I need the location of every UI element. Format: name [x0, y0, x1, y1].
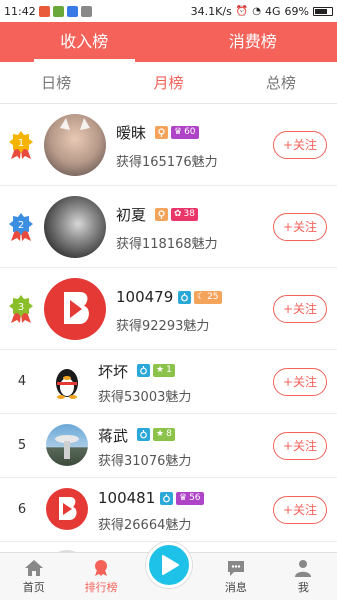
charm-score: 获得31076魅力	[98, 454, 192, 469]
ranking-list: 1 暧昧 ♛ 60 获得165176魅力 +关注 2 初夏 ✿ 38 获得118…	[0, 104, 337, 592]
gold-medal-icon: 1	[9, 131, 33, 159]
rank-number: 2	[18, 220, 24, 231]
ranking-row[interactable]: 3 100479 ☾ 25 获得92293魅力 +关注	[0, 268, 337, 350]
rank-number: 1	[18, 138, 24, 149]
male-badge-icon	[178, 291, 191, 304]
charm-score: 获得26664魅力	[98, 518, 192, 533]
nav-ranking-label: 排行榜	[84, 581, 118, 594]
ranking-row[interactable]: 5 蒋武 ★ 8 获得31076魅力 +关注	[0, 414, 337, 478]
level-badge: ★ 1	[153, 364, 175, 377]
tower-avatar-icon	[55, 435, 79, 459]
ranking-type-tabs: 收入榜 消费榜	[0, 22, 337, 62]
star-icon: ★	[156, 429, 165, 439]
avatar[interactable]	[44, 196, 106, 258]
app-notification-icon	[52, 5, 64, 17]
app-logo-icon	[64, 292, 89, 324]
avatar[interactable]	[46, 360, 88, 402]
avatar[interactable]	[46, 424, 88, 466]
battery-percent: 69%	[284, 4, 309, 18]
rank-number: 5	[17, 438, 27, 453]
rank-number: 4	[17, 374, 27, 389]
avatar[interactable]	[46, 488, 88, 530]
avatar[interactable]	[44, 278, 106, 340]
silver-medal-icon: 2	[9, 213, 33, 241]
follow-button[interactable]: +关注	[273, 368, 327, 396]
follow-button[interactable]: +关注	[273, 432, 327, 460]
nav-messages[interactable]: 消息	[202, 553, 269, 600]
nav-me-label: 我	[297, 581, 309, 594]
male-badge-icon	[160, 492, 173, 505]
message-icon	[227, 561, 244, 576]
crown-icon: ♛	[179, 493, 188, 503]
charm-score: 获得118168魅力	[116, 237, 218, 252]
moon-icon: ☾	[197, 292, 206, 302]
status-time: 11:42	[4, 4, 36, 18]
nav-ranking[interactable]: 排行榜	[67, 553, 134, 600]
level-badge: ✿ 38	[171, 208, 198, 221]
play-icon	[162, 555, 179, 575]
follow-button[interactable]: +关注	[273, 496, 327, 524]
male-badge-icon	[137, 364, 150, 377]
rank-number: 6	[17, 502, 27, 517]
app-notification-icon	[80, 5, 92, 17]
female-badge-icon	[155, 126, 168, 139]
user-name: 100481	[98, 489, 156, 507]
battery-icon	[313, 6, 333, 16]
status-bar: 11:42 34.1K/s ⏰ ◔ 4G 69%	[0, 0, 337, 22]
wifi-icon: ◔	[252, 5, 262, 17]
home-icon	[24, 560, 43, 576]
nav-messages-label: 消息	[224, 581, 247, 594]
avatar[interactable]	[44, 114, 106, 176]
penguin-avatar-icon	[56, 369, 78, 399]
tab-daily[interactable]: 日榜	[0, 62, 112, 103]
charm-score: 获得92293魅力	[116, 319, 210, 334]
alarm-icon: ⏰	[235, 5, 249, 17]
network-type: 4G	[265, 4, 281, 18]
follow-button[interactable]: +关注	[273, 213, 327, 241]
user-name: 100479	[116, 288, 174, 306]
tab-consumption-ranking[interactable]: 消费榜	[169, 22, 337, 62]
bronze-medal-icon: 3	[9, 295, 33, 323]
star-icon: ★	[156, 365, 165, 375]
cat-ears-icon	[60, 118, 90, 130]
nav-me[interactable]: 我	[270, 553, 337, 600]
user-name: 蒋武	[98, 427, 129, 445]
male-badge-icon	[137, 428, 150, 441]
tab-monthly[interactable]: 月榜	[112, 62, 224, 103]
charm-score: 获得165176魅力	[116, 155, 218, 170]
ranking-icon	[95, 560, 108, 576]
level-badge: ♛ 60	[171, 126, 199, 139]
tab-total[interactable]: 总榜	[225, 62, 337, 103]
female-badge-icon	[155, 208, 168, 221]
live-play-button[interactable]	[146, 542, 192, 588]
ranking-row[interactable]: 1 暧昧 ♛ 60 获得165176魅力 +关注	[0, 104, 337, 186]
follow-button[interactable]: +关注	[273, 131, 327, 159]
nav-home[interactable]: 首页	[0, 553, 67, 600]
ranking-row[interactable]: 2 初夏 ✿ 38 获得118168魅力 +关注	[0, 186, 337, 268]
follow-button[interactable]: +关注	[273, 295, 327, 323]
user-name: 初夏	[116, 206, 147, 224]
level-badge: ★ 8	[153, 428, 175, 441]
tab-income-ranking[interactable]: 收入榜	[0, 22, 169, 62]
ranking-row[interactable]: 4 坏坏 ★ 1 获得53003魅力 +关注	[0, 350, 337, 414]
user-name: 坏坏	[98, 363, 129, 381]
crown-icon: ♛	[174, 127, 183, 137]
app-notification-icon	[38, 5, 50, 17]
flower-icon: ✿	[174, 209, 182, 219]
period-tabs: 日榜 月榜 总榜	[0, 62, 337, 104]
rank-number: 3	[18, 302, 24, 313]
level-badge: ☾ 25	[194, 291, 222, 304]
app-notification-icon	[66, 5, 78, 17]
charm-score: 获得53003魅力	[98, 390, 192, 405]
app-logo-icon	[59, 497, 77, 520]
level-badge: ♛ 56	[176, 492, 204, 505]
nav-home-label: 首页	[22, 581, 45, 594]
user-name: 暧昧	[116, 124, 147, 142]
user-icon	[295, 560, 312, 577]
network-speed: 34.1K/s	[190, 4, 232, 18]
ranking-row[interactable]: 6 100481 ♛ 56 获得26664魅力 +关注	[0, 478, 337, 542]
